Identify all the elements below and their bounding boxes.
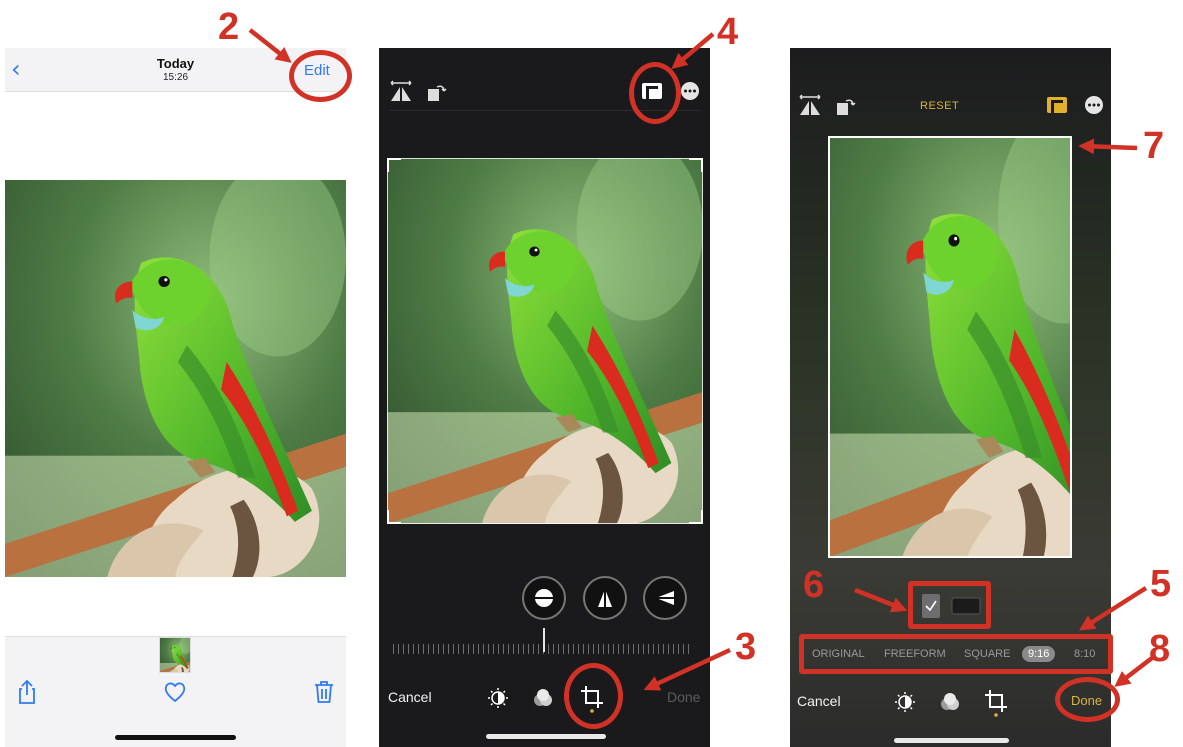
- reset-button[interactable]: RESET: [920, 100, 959, 112]
- more-icon[interactable]: [680, 81, 700, 101]
- crop-photo[interactable]: [387, 158, 703, 524]
- crop-icon[interactable]: [984, 689, 1008, 717]
- flip-icon[interactable]: [389, 80, 413, 102]
- step-number-7: 7: [1143, 125, 1165, 167]
- crop-editor-screen: Cancel Done: [379, 48, 710, 747]
- orientation-highlight-box: [908, 581, 991, 629]
- tutorial-composite: ‹ Today 15:26 Edit Cancel Done RESET ORI…: [0, 0, 1183, 747]
- arrow-8: [1114, 656, 1154, 687]
- filters-icon[interactable]: [532, 688, 554, 708]
- done-button[interactable]: Done: [667, 689, 700, 705]
- aspect-options-highlight-box: [799, 634, 1113, 674]
- step-number-2: 2: [218, 6, 240, 48]
- home-indicator: [115, 735, 236, 740]
- rotate-icon[interactable]: [834, 96, 856, 116]
- straighten-dial[interactable]: [522, 576, 566, 620]
- straighten-icon: [534, 589, 554, 607]
- step-number-5: 5: [1150, 563, 1172, 605]
- trash-icon[interactable]: [310, 678, 338, 706]
- crop-photo-portrait[interactable]: [828, 136, 1072, 558]
- parrot-photo: [5, 180, 346, 577]
- heart-icon[interactable]: [161, 678, 189, 706]
- adjust-icon[interactable]: [487, 687, 509, 709]
- rotate-icon[interactable]: [425, 82, 447, 102]
- aspect-ratio-icon[interactable]: [1046, 95, 1068, 115]
- vertical-dial[interactable]: [583, 576, 627, 620]
- more-icon[interactable]: [1084, 95, 1104, 115]
- crop-icon-highlight-circle: [564, 663, 623, 729]
- photo-thumbnail[interactable]: [159, 637, 191, 673]
- flip-icon[interactable]: [798, 94, 822, 116]
- horizontal-perspective-icon: [656, 591, 674, 605]
- adjust-icon[interactable]: [894, 691, 916, 713]
- home-indicator: [486, 734, 606, 739]
- edit-highlight-circle: [289, 50, 352, 102]
- ruler-indicator: [543, 628, 545, 652]
- home-indicator: [894, 738, 1009, 743]
- cancel-button[interactable]: Cancel: [388, 689, 432, 705]
- cancel-button[interactable]: Cancel: [797, 693, 841, 709]
- step-number-4: 4: [717, 11, 739, 53]
- horizontal-dial[interactable]: [643, 576, 687, 620]
- done-highlight-circle: [1055, 677, 1120, 722]
- filters-icon[interactable]: [939, 692, 961, 712]
- share-icon[interactable]: [13, 678, 41, 706]
- step-number-8: 8: [1149, 628, 1171, 670]
- vertical-perspective-icon: [598, 589, 612, 607]
- aspect-icon-highlight-circle: [629, 62, 681, 124]
- step-number-3: 3: [735, 626, 757, 668]
- step-number-6: 6: [803, 564, 825, 606]
- photo-viewer-screen: ‹ Today 15:26 Edit: [5, 48, 346, 747]
